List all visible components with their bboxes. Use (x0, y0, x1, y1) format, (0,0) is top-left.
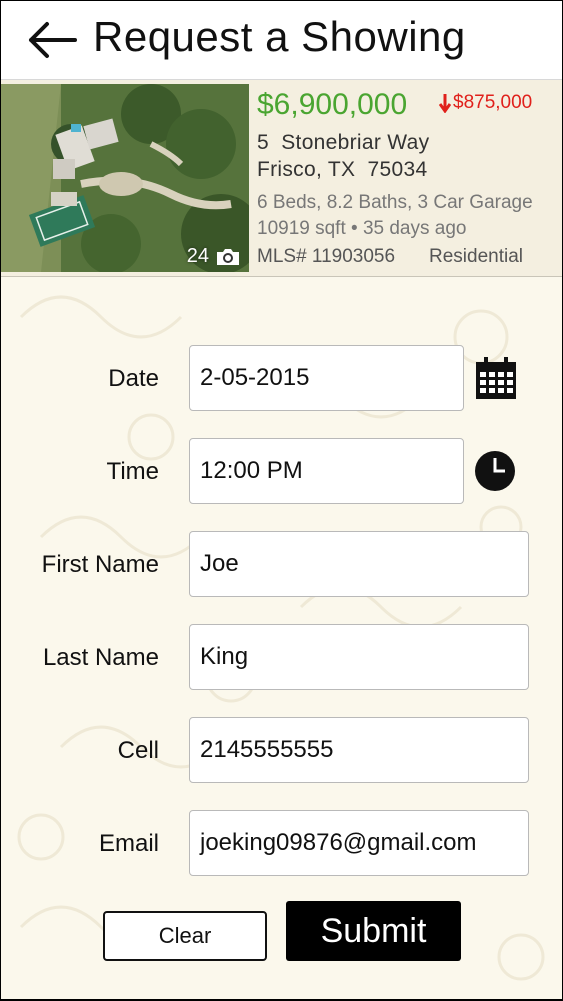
time-label: Time (106, 458, 159, 485)
address-line1: 5 Stonebriar Way (257, 131, 430, 154)
listing-size-age: 10919 sqft • 35 days ago (257, 218, 467, 239)
listing-photo[interactable]: 24 (1, 84, 249, 272)
down-arrow-icon (439, 94, 451, 113)
price-drop-value: $875,000 (453, 92, 533, 113)
email-label: Email (98, 830, 159, 857)
photo-count: 24 (187, 245, 241, 268)
header: Request a Showing (1, 1, 562, 80)
camera-icon (217, 248, 239, 265)
aerial-photo-image (1, 84, 249, 272)
listing-details: 6 Beds, 8.2 Baths, 3 Car Garage (257, 192, 533, 213)
cell-label: Cell (117, 737, 159, 764)
clock-icon[interactable] (475, 451, 515, 491)
last-name-field[interactable]: King (189, 624, 529, 690)
listing-summary[interactable]: 24 $6,900,000 $875,000 5 Stonebriar Way … (1, 80, 562, 277)
calendar-icon[interactable] (474, 357, 518, 401)
listing-price: $6,900,000 (257, 88, 408, 121)
photo-count-value: 24 (186, 245, 209, 267)
email-field[interactable]: joeking09876@gmail.com (189, 810, 529, 876)
mls-number: MLS# 11903056 (257, 246, 396, 267)
property-type: Residential (429, 246, 523, 267)
last-name-label: Last Name (42, 644, 159, 671)
page-title: Request a Showing (93, 13, 466, 60)
clear-button[interactable]: Clear (103, 911, 267, 961)
address-line2: Frisco, TX 75034 (257, 158, 428, 181)
cell-field[interactable]: 2145555555 (189, 717, 529, 783)
first-name-field[interactable]: Joe (189, 531, 529, 597)
screen: Request a Showing 24 $6,900,000 $875,000… (1, 1, 562, 999)
price-drop: $875,000 (439, 92, 532, 114)
first-name-label: First Name (41, 551, 159, 578)
date-field[interactable]: 2-05-2015 (189, 345, 464, 411)
time-field[interactable]: 12:00 PM (189, 438, 464, 504)
date-label: Date (108, 365, 159, 392)
back-arrow-icon[interactable] (25, 19, 81, 61)
submit-button[interactable]: Submit (286, 901, 461, 961)
